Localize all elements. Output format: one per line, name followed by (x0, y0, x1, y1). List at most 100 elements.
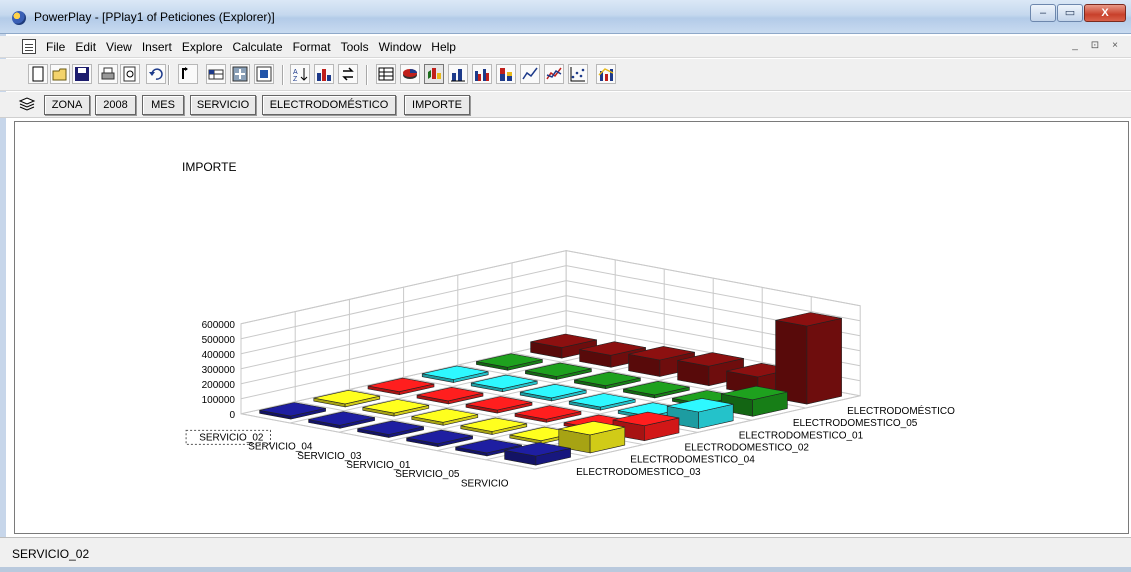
row-label-servicio_02[interactable]: SERVICIO_02 (199, 432, 264, 443)
stacked-bar-button[interactable] (496, 64, 516, 84)
line-button[interactable] (520, 64, 540, 84)
menu-explore[interactable]: Explore (182, 40, 223, 54)
window-title: PowerPlay - [PPlay1 of Peticiones (Explo… (34, 10, 275, 24)
taskbar-edge (0, 567, 1131, 572)
simple-bar-icon (451, 69, 465, 82)
toolbar-separator (168, 65, 170, 85)
menu-items: File Edit View Insert Explore Calculate Format… (46, 40, 456, 54)
print-icon (101, 67, 115, 80)
window-titlebar[interactable]: PowerPlay - [PPlay1 of Peticiones (Explo… (0, 0, 1131, 34)
crosstab-button[interactable] (376, 64, 396, 84)
status-text: SERVICIO_02 (12, 547, 90, 561)
dimension-zona-button[interactable]: ZONA (44, 95, 90, 115)
chart-area[interactable]: 600000 500000 400000 300000 200000 100000 0 IMP… (14, 121, 1129, 534)
close-button[interactable]: X (1084, 4, 1126, 22)
3d-bar-chart[interactable]: 600000 500000 400000 300000 200000 100000 0 IMP… (15, 122, 1128, 533)
new-icon (32, 66, 44, 82)
y-tick-label: 300000 (202, 365, 236, 376)
column-label-electrodomestico_03[interactable]: ELECTRODOMESTICO_03 (576, 467, 701, 478)
undo-button[interactable] (146, 64, 166, 84)
rank-icon (317, 69, 331, 81)
y-tick-label: 600000 (202, 320, 236, 331)
menu-window[interactable]: Window (379, 40, 422, 54)
swap-button[interactable] (338, 64, 358, 84)
simple-bar-button[interactable] (448, 64, 468, 84)
print-preview-button[interactable] (120, 64, 140, 84)
menu-format[interactable]: Format (293, 40, 331, 54)
sort-icon: AZ (293, 68, 308, 83)
menu-tools[interactable]: Tools (341, 40, 369, 54)
document-icon[interactable] (22, 39, 36, 54)
rank-button[interactable] (314, 64, 334, 84)
y-tick-label: 500000 (202, 335, 236, 346)
dimension-viewer-icon[interactable] (18, 97, 36, 111)
menu-file[interactable]: File (46, 40, 65, 54)
toolbar-separator (366, 65, 368, 85)
column-label-electrodomestico_02[interactable]: ELECTRODOMESTICO_02 (685, 443, 810, 454)
3d-bar-button[interactable] (424, 64, 444, 84)
row-label-servicio[interactable]: SERVICIO (461, 478, 509, 489)
menu-view[interactable]: View (106, 40, 132, 54)
drill-up-button[interactable] (178, 64, 198, 84)
clustered-bar-button[interactable] (472, 64, 492, 84)
drill-down-button[interactable] (206, 64, 226, 84)
minimize-button[interactable]: – (1030, 4, 1056, 22)
mdi-controls: _ ⊡ × (1067, 39, 1123, 54)
stacked-bar-icon (500, 68, 512, 81)
clustered-bar-icon (475, 69, 489, 81)
scatter-button[interactable] (568, 64, 588, 84)
open-icon (52, 68, 67, 81)
print-preview-icon (123, 66, 136, 82)
crosstab-icon (378, 67, 394, 81)
bar-face-front[interactable] (806, 317, 842, 405)
mdi-minimize-button[interactable]: _ (1067, 39, 1083, 54)
undo-icon (149, 68, 163, 80)
menu-help[interactable]: Help (431, 40, 456, 54)
maximize-button[interactable]: ▭ (1057, 4, 1083, 22)
chart-title: IMPORTE (182, 160, 236, 174)
menu-calculate[interactable]: Calculate (233, 40, 283, 54)
drill-down-icon (208, 69, 224, 80)
dimension-servicio-button[interactable]: SERVICIO (190, 95, 256, 115)
column-label-electrodomestico_05[interactable]: ELECTRODOMESTICO_05 (793, 418, 918, 429)
dimension-bar: ZONA 2008 MES SERVICIO ELECTRODOMÉSTICO IMPOR… (0, 92, 1131, 118)
new-button[interactable] (28, 64, 48, 84)
dimension-mes-button[interactable]: MES (142, 95, 184, 115)
pie-button[interactable] (400, 64, 420, 84)
column-label-electrodomestico_01[interactable]: ELECTRODOMESTICO_01 (739, 430, 864, 441)
svg-text:Z: Z (293, 76, 298, 83)
insert-button[interactable] (230, 64, 250, 84)
column-label-electrodomestico_04[interactable]: ELECTRODOMESTICO_04 (630, 455, 755, 466)
powerplay-app-icon (12, 11, 26, 25)
y-tick-label: 100000 (202, 395, 236, 406)
drill-up-icon (182, 67, 188, 79)
multiline-icon (546, 67, 562, 80)
y-tick-label: 200000 (202, 380, 236, 391)
column-label-electrodomestico[interactable]: ELECTRODOMÉSTICO (847, 404, 955, 417)
save-button[interactable] (72, 64, 92, 84)
insert-icon (232, 66, 248, 82)
menu-edit[interactable]: Edit (75, 40, 96, 54)
mdi-close-button[interactable]: × (1107, 39, 1123, 54)
correlation-icon (598, 68, 614, 81)
print-button[interactable] (98, 64, 118, 84)
sort-button[interactable]: AZ (290, 64, 310, 84)
mdi-restore-button[interactable]: ⊡ (1087, 39, 1103, 54)
bar-servicio-electrodomestico[interactable] (775, 312, 842, 405)
save-icon (75, 67, 89, 81)
pie-icon (403, 69, 417, 79)
y-tick-label: 0 (229, 410, 235, 421)
y-tick-label: 400000 (202, 350, 236, 361)
open-button[interactable] (50, 64, 70, 84)
dimension-2008-button[interactable]: 2008 (95, 95, 136, 115)
menu-insert[interactable]: Insert (142, 40, 172, 54)
line-icon (522, 67, 538, 80)
correlation-button[interactable] (596, 64, 616, 84)
dimension-importe-button[interactable]: IMPORTE (404, 95, 470, 115)
toolbar: AZ (0, 59, 1131, 91)
dimension-electrodomestico-button[interactable]: ELECTRODOMÉSTICO (262, 95, 396, 115)
frame-button[interactable] (254, 64, 274, 84)
multiline-button[interactable] (544, 64, 564, 84)
menu-bar: File Edit View Insert Explore Calculate Format… (0, 36, 1131, 58)
swap-icon (342, 67, 354, 81)
